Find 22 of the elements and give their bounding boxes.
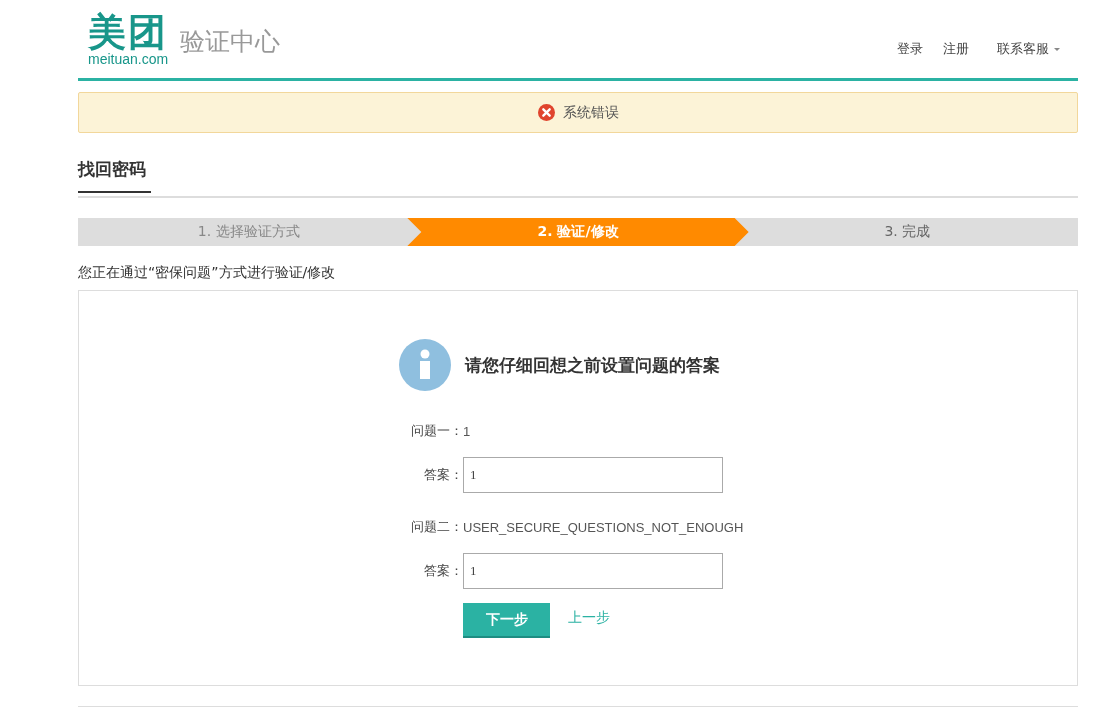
notice-text: 您正在通过“密保问题”方式进行验证/修改 [78,264,337,282]
nav-link[interactable]: 登录 [897,40,923,58]
answer-label: 答案： [423,562,463,580]
nav-dropdown[interactable]: 联系客服 [997,40,1060,58]
logo-domain: meituan.com [88,52,169,66]
alert-message: 系统错误 [562,103,619,122]
form-heading: 请您仔细回想之前设置问题的答案 [465,353,720,377]
page-title: 找回密码 [78,157,151,193]
question-label: 问题一： [410,422,463,440]
nav-link[interactable]: 注册 [943,40,969,58]
error-icon [537,104,555,121]
question-text: 1 [463,423,471,439]
answer-field[interactable]: 1 [463,457,723,493]
answer-field[interactable]: 1 [463,553,723,589]
caret-icon [1054,47,1060,51]
logo-mark: 美团 [88,12,168,52]
info-icon [399,339,451,391]
step-item: 2. 验证/修改 [407,218,749,246]
site-title: 验证中心 [180,26,281,58]
answer-label: 答案： [423,466,463,484]
question-label: 问题二： [410,518,463,536]
question-text: USER_SECURE_QUESTIONS_NOT_ENOUGH [463,519,744,535]
